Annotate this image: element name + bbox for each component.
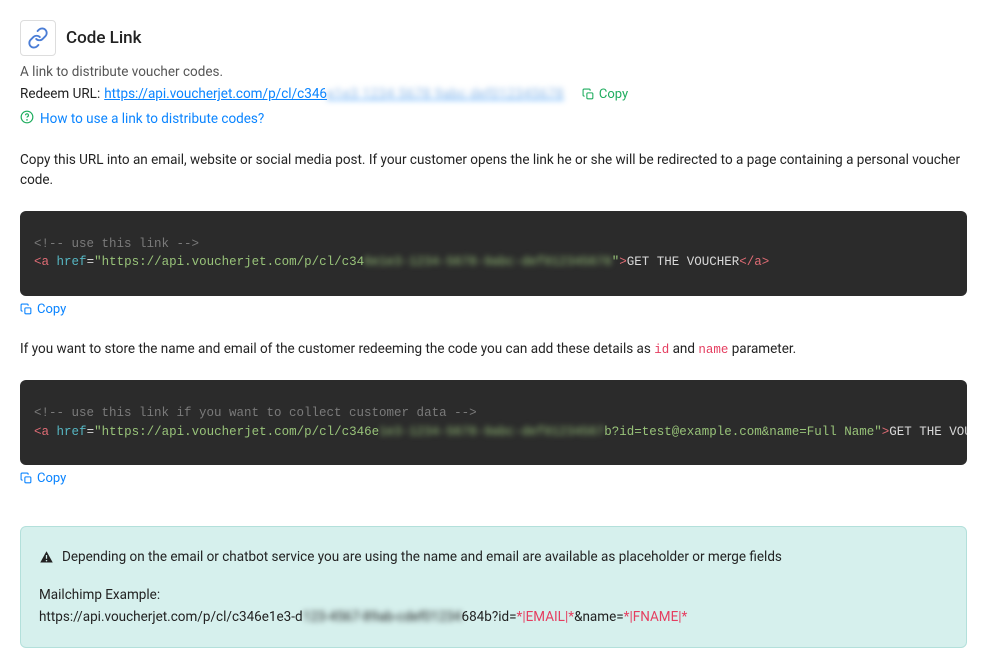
page-title: Code Link [66,28,142,48]
attr-href: href [57,255,87,269]
copy-icon [20,303,33,316]
header-row: Code Link [20,20,967,56]
copy-code2-button[interactable]: Copy [20,471,66,486]
code-block-2: <!-- use this link if you want to collec… [20,380,967,466]
example-label: Mailchimp Example: [39,587,948,603]
example-url: https://api.voucherjet.com/p/cl/c346e1e3… [39,609,948,625]
tag-close-a: a [754,255,762,269]
code1-url-visible: https://api.voucherjet.com/p/cl/c34 [102,255,365,269]
warning-icon [39,550,54,565]
code1-comment: <!-- use this link --> [34,237,199,251]
info-box: Depending on the email or chatbot servic… [20,526,967,648]
code1-url-blurred: 6e1e3-1234-5678-9abc-def012345678 [364,255,612,269]
redeem-url-blurred: e1e3 1234 5678 9abc def012345678 [327,86,564,102]
copy-icon [20,472,33,485]
para2-post: parameter. [728,341,796,357]
para2-pre: If you want to store the name and email … [20,341,654,357]
code2-url-blurred: 1e3-1234-5678-9abc-def01234567 [379,425,604,439]
info-text: Depending on the email or chatbot servic… [39,549,948,565]
info-url-pre: https://api.voucherjet.com/p/cl/c346e1e3… [39,609,303,625]
subtitle: A link to distribute voucher codes. [20,64,967,80]
help-link[interactable]: How to use a link to distribute codes? [40,111,264,127]
tag-close-slash: </ [739,255,754,269]
copy-label: Copy [37,471,66,486]
code2-url-visible: https://api.voucherjet.com/p/cl/c346e [102,425,380,439]
info-amp-name: &name= [574,609,624,625]
instruction-para-1: Copy this URL into an email, website or … [20,150,967,191]
code-block-1: <!-- use this link --> <a href="https://… [20,211,967,297]
q-open: " [94,255,102,269]
tag-open: < [34,255,42,269]
help-icon [20,110,34,128]
copy-redeem-button[interactable]: Copy [582,87,628,102]
copy-label: Copy [37,302,66,317]
eq: = [87,255,95,269]
code2-url-query: b?id=test@example.com&name=Full Name [604,425,874,439]
merge-fname: *|FNAME|* [624,609,688,625]
tag-close-gt: > [762,255,770,269]
param-name: name [698,343,728,357]
redeem-url-link[interactable]: https://api.voucherjet.com/p/cl/c346e1e3… [104,86,564,102]
redeem-label: Redeem URL: [20,86,100,102]
code2-comment: <!-- use this link if you want to collec… [34,406,477,420]
redeem-url-row: Redeem URL: https://api.voucherjet.com/p… [20,86,967,102]
info-url-blurred: 123-4567-89ab-cdef01234 [303,609,462,625]
instruction-para-2: If you want to store the name and email … [20,339,967,360]
copy-icon [582,88,595,101]
para2-and: and [669,341,698,357]
copy-label: Copy [599,87,628,102]
info-line1-text: Depending on the email or chatbot servic… [62,549,782,565]
info-url-post: 684b?id= [461,609,516,625]
redeem-url-visible: https://api.voucherjet.com/p/cl/c346 [104,86,327,102]
param-id: id [654,343,669,357]
code1-link-text: GET THE VOUCHER [627,255,740,269]
link-icon [20,20,56,56]
copy-code1-button[interactable]: Copy [20,302,66,317]
tag-a: a [42,255,50,269]
help-row: How to use a link to distribute codes? [20,110,967,128]
merge-email: *|EMAIL|* [517,609,575,625]
code2-link-text: GET THE VOUCHER [889,425,967,439]
